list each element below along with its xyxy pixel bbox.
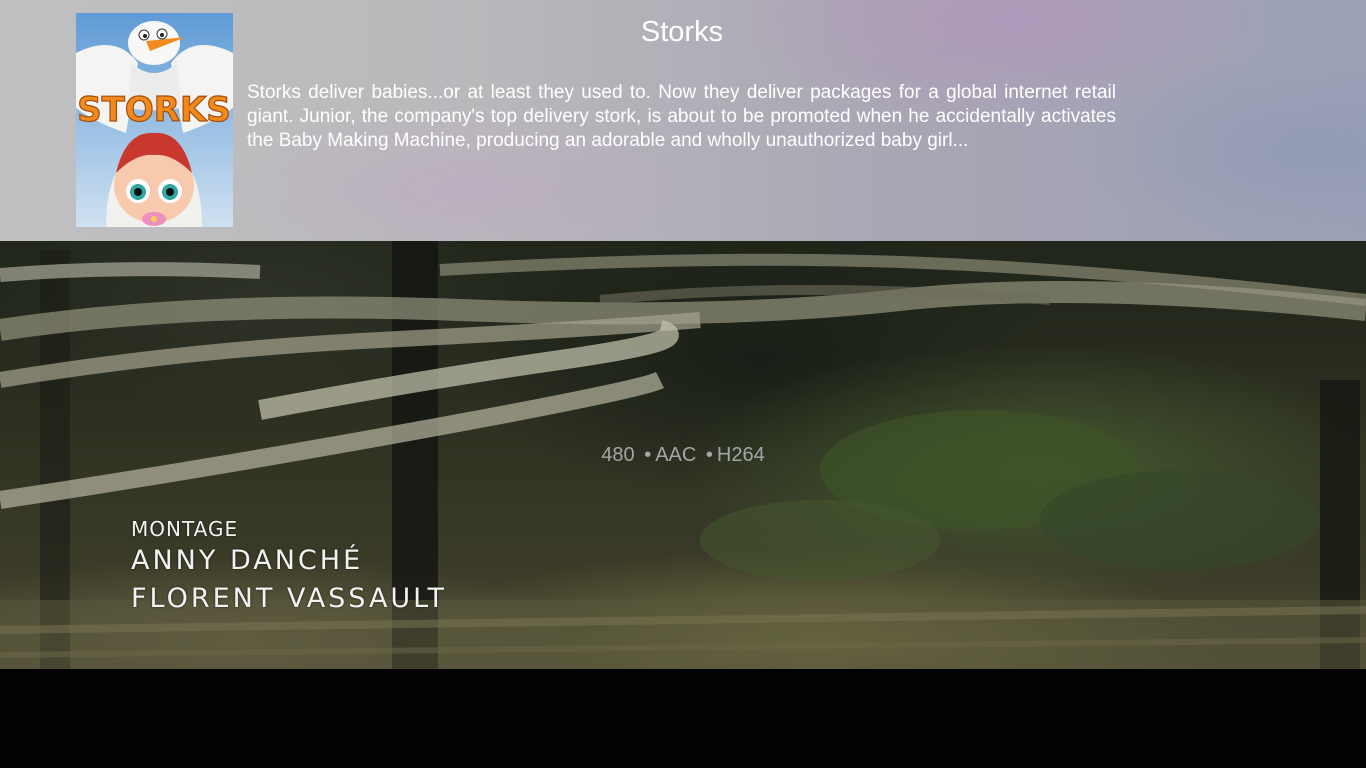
video-player-screen[interactable]: MONTAGE ANNY DANCHÉ FLORENT VASSAULT STO… [0, 0, 1366, 768]
movie-title: Storks [640, 16, 724, 48]
movie-poster[interactable]: STORKS [76, 13, 233, 227]
stream-resolution: 480 [601, 444, 635, 466]
movie-description: Storks deliver babies...or at least they… [247, 82, 1116, 151]
credit-role: MONTAGE [131, 517, 239, 541]
stream-separator: • [705, 444, 713, 466]
stream-video-codec: H264 [716, 444, 765, 466]
stream-separator: • [644, 444, 652, 466]
stream-info: 480 • AAC • H264 [0, 442, 1366, 468]
stream-audio-codec: AAC [655, 444, 697, 466]
letterbox-bar [0, 669, 1366, 768]
poster-artwork: STORKS [76, 13, 233, 227]
poster-title-text: STORKS [77, 90, 231, 130]
credit-name: FLORENT VASSAULT [131, 583, 447, 614]
credit-name: ANNY DANCHÉ [131, 545, 364, 576]
video-credits-overlay: MONTAGE ANNY DANCHÉ FLORENT VASSAULT [131, 516, 447, 618]
movie-info-panel: STORKS Storks Storks deliver babies...or… [0, 0, 1366, 241]
